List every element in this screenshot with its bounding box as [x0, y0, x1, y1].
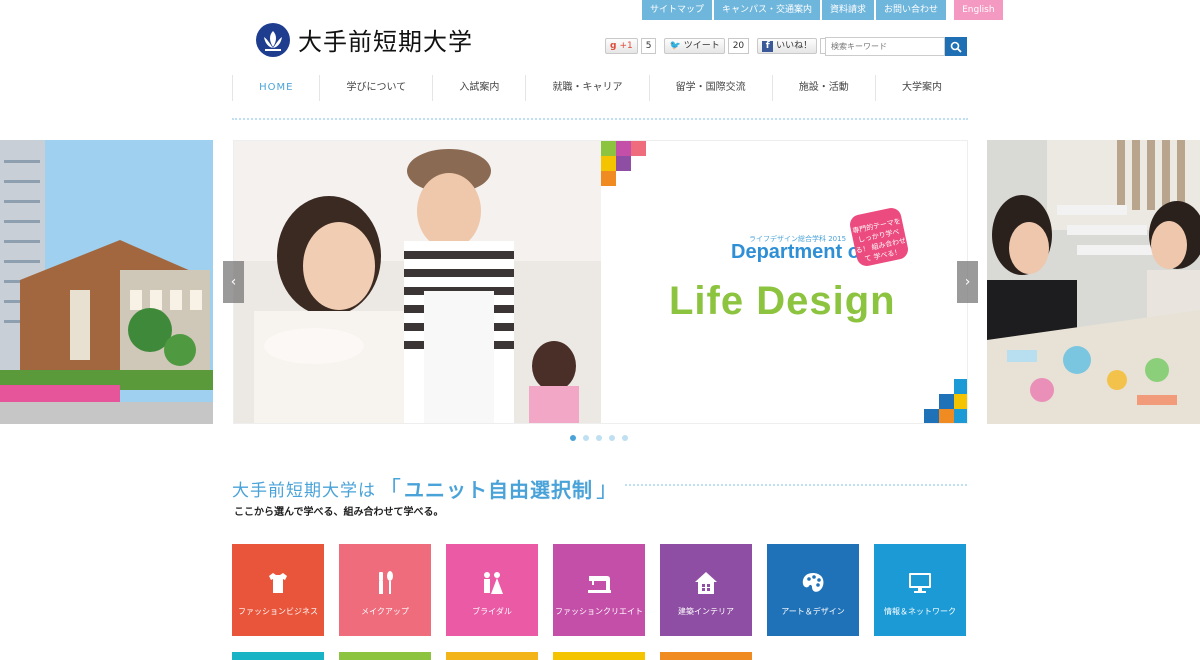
makeup-brush-icon: [379, 570, 393, 594]
contact-link[interactable]: お問い合わせ: [876, 0, 947, 20]
tweet-label: ツイート: [683, 41, 720, 51]
tile-label: アート＆デザイン: [781, 606, 845, 616]
nav-learning[interactable]: 学びについて: [319, 75, 432, 101]
campus-access-link[interactable]: キャンパス・交通案内: [714, 0, 821, 20]
tweet-count: 20: [727, 38, 750, 54]
tile-bridal[interactable]: ブライダル: [446, 544, 538, 636]
house-icon: [695, 571, 717, 594]
slide-badge: 専門的テーマを しっかり学べる！ 組み合わせて 学べる！: [848, 206, 910, 268]
gplus-button[interactable]: g +1 5: [605, 38, 657, 54]
search-input[interactable]: [825, 37, 945, 56]
bride-groom-icon: [484, 571, 503, 594]
tile-label: 建築インテリア: [678, 606, 734, 616]
request-materials-link[interactable]: 資料請求: [822, 0, 875, 20]
sewing-machine-icon: [588, 575, 611, 593]
pager-dot[interactable]: [570, 435, 576, 441]
pager-dot[interactable]: [622, 435, 628, 441]
logo-text: 大手前短期大学: [298, 28, 473, 56]
unit-headline: 大手前短期大学は 「 ユニット自由選択制 」: [232, 472, 621, 504]
nav-facilities[interactable]: 施設・活動: [771, 75, 875, 101]
pager-dot[interactable]: [596, 435, 602, 441]
headline-highlight: ユニット自由選択制: [404, 477, 594, 502]
slide-campus-photo[interactable]: [0, 140, 213, 424]
headline-divider: [625, 484, 967, 486]
slider-pagination: [570, 435, 628, 441]
pager-dot[interactable]: [609, 435, 615, 441]
tile-label: ファッションビジネス: [238, 606, 318, 616]
slider-prev-button[interactable]: ‹: [223, 261, 244, 303]
site-search: [825, 37, 967, 56]
tile-label: メイクアップ: [361, 606, 409, 616]
slide-dept-text: Department of: [731, 241, 867, 263]
nav-about[interactable]: 大学案内: [874, 75, 968, 101]
main-nav: HOME 学びについて 入試案内 就職・キャリア 留学・国際交流 施設・活動 大…: [232, 75, 968, 101]
tile-fashion-business[interactable]: ファッションビジネス: [232, 544, 324, 636]
slide-life-design[interactable]: ライフデザイン総合学科 2015 Department of Life Desi…: [233, 140, 968, 424]
english-link[interactable]: English: [954, 0, 1003, 20]
tile-makeup[interactable]: メイクアップ: [339, 544, 431, 636]
tile-row2-1[interactable]: [232, 652, 324, 660]
nav-divider: [232, 118, 968, 120]
twitter-bird-icon: 🐦: [669, 41, 681, 51]
unit-tiles-row2: [232, 652, 752, 660]
search-icon: [950, 41, 962, 53]
gplus-count: 5: [640, 38, 657, 54]
palette-icon: [802, 572, 824, 592]
pager-dot[interactable]: [583, 435, 589, 441]
headline-prefix: 大手前短期大学は: [232, 480, 376, 501]
tile-row2-5[interactable]: [660, 652, 752, 660]
tile-info-network[interactable]: 情報＆ネットワーク: [874, 544, 966, 636]
headline-close-bracket: 」: [596, 478, 619, 503]
slide-classroom-photo[interactable]: [987, 140, 1200, 424]
nav-admissions[interactable]: 入試案内: [432, 75, 525, 101]
headline-subtext: ここから選んで学べる、組み合わせて学べる。: [234, 507, 444, 518]
like-label: いいね！: [776, 41, 813, 51]
gplus-label: +1: [619, 41, 633, 51]
unit-tiles: ファッションビジネス メイクアップ ブライダル ファッションクリエイト 建築イン…: [232, 544, 966, 636]
monitor-icon: [909, 572, 931, 593]
social-buttons: g+1 5 🐦ツイート 20 fいいね！ 40: [605, 38, 842, 54]
tile-label: ファッションクリエイト: [555, 606, 643, 616]
slide-title: Life Design: [669, 279, 896, 323]
search-button[interactable]: [945, 37, 967, 56]
tshirt-icon: [269, 572, 287, 593]
tweet-button[interactable]: 🐦 ツイート 20: [664, 38, 750, 54]
facebook-icon: f: [762, 40, 774, 52]
sitemap-link[interactable]: サイトマップ: [642, 0, 713, 20]
utility-links: サイトマップ キャンパス・交通案内 資料請求 お問い合わせ English: [642, 0, 1003, 20]
headline-open-bracket: 「: [379, 478, 402, 503]
site-logo[interactable]: 大手前短期大学: [256, 22, 473, 57]
tile-row2-3[interactable]: [446, 652, 538, 660]
google-plus-icon: g: [610, 41, 617, 51]
tile-architecture-interior[interactable]: 建築インテリア: [660, 544, 752, 636]
nav-home[interactable]: HOME: [232, 75, 319, 101]
tile-row2-4[interactable]: [553, 652, 645, 660]
tile-art-design[interactable]: アート＆デザイン: [767, 544, 859, 636]
tile-row2-2[interactable]: [339, 652, 431, 660]
tile-label: ブライダル: [472, 606, 512, 616]
nav-international[interactable]: 留学・国際交流: [648, 75, 772, 101]
tile-label: 情報＆ネットワーク: [884, 606, 956, 616]
slider-next-button[interactable]: ›: [957, 261, 978, 303]
tile-fashion-create[interactable]: ファッションクリエイト: [553, 544, 645, 636]
university-emblem-icon: [256, 22, 290, 57]
nav-career[interactable]: 就職・キャリア: [525, 75, 648, 101]
